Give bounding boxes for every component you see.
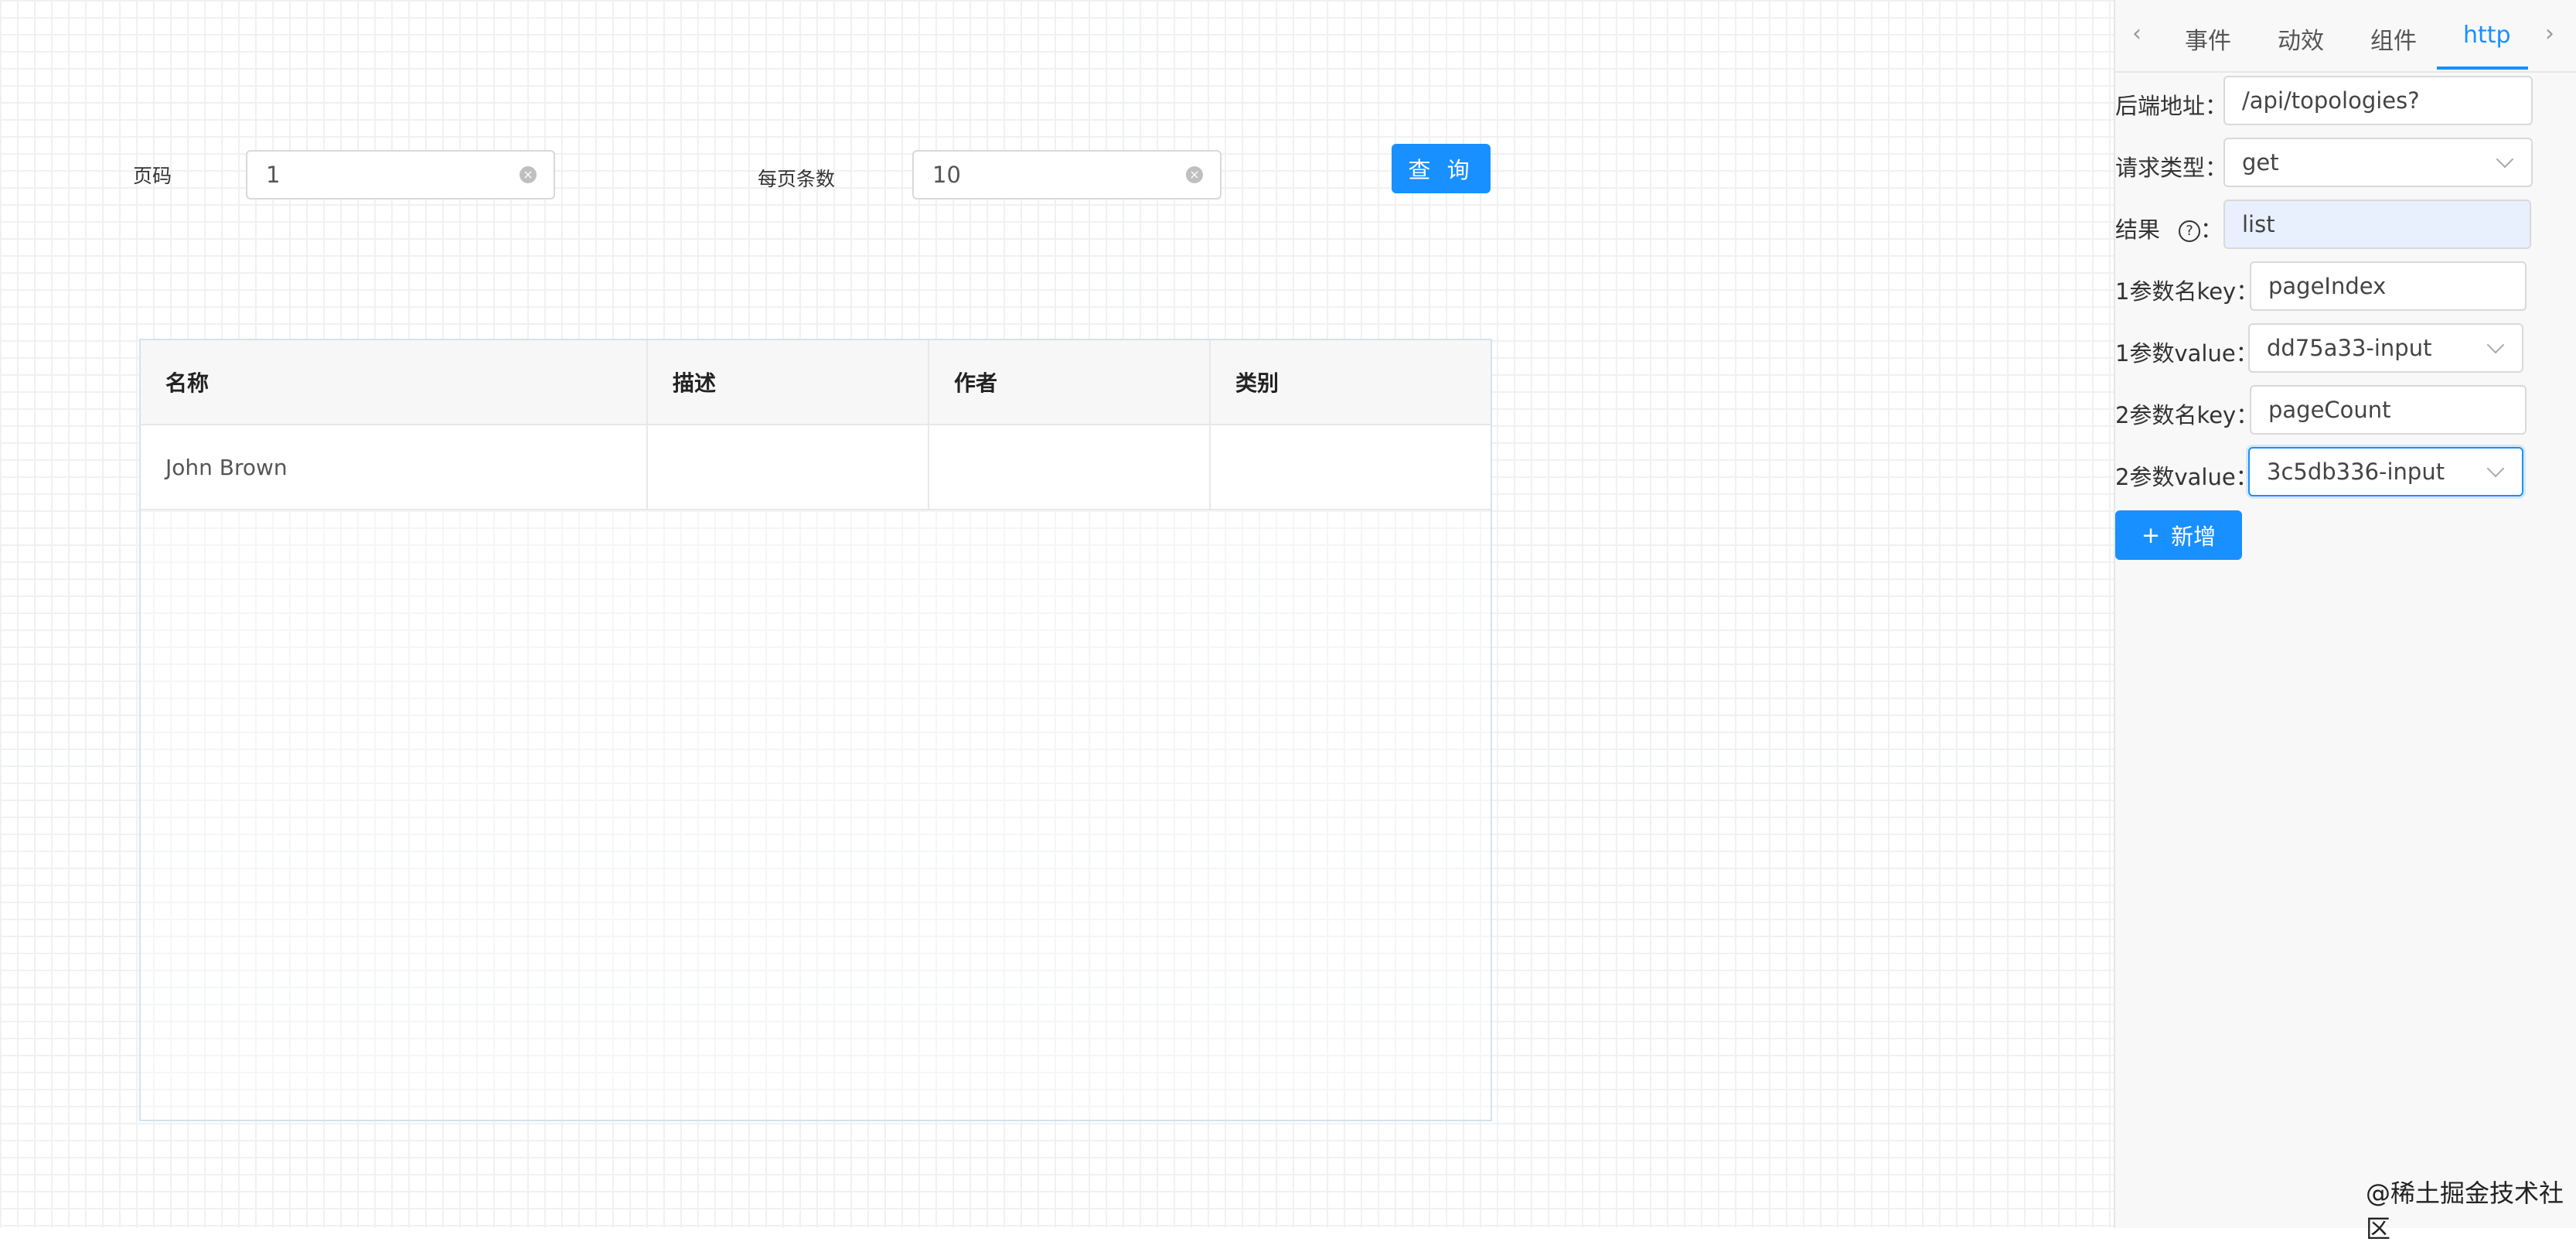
param1-key-label: 1参数名key： [2115,278,2259,305]
page-size-label: 每页条数 [758,168,836,190]
chevron-left-icon[interactable]: ‹ [2132,20,2142,47]
backend-url-input[interactable]: /api/topologies? [2223,76,2533,125]
param1-value-value: dd75a33-input [2267,335,2432,361]
param2-key-value: pageCount [2268,397,2391,423]
table-cell: John Brown [141,425,648,509]
result-label: 结果?： [2115,212,2223,244]
table-cell [1211,425,1491,509]
param2-key-label: 2参数名key： [2115,402,2259,428]
table-row[interactable]: John Brown [141,425,1491,510]
table-cell [648,425,929,509]
page-index-label: 页码 [133,165,172,187]
clear-icon[interactable]: × [520,166,537,183]
chevron-down-icon [2486,336,2505,354]
param1-value-label: 1参数value： [2115,340,2258,367]
page-size-value: 10 [932,162,961,188]
table-header: 名称 描述 作者 类别 [141,340,1491,425]
backend-url-label: 后端地址： [2115,93,2228,119]
tab-http[interactable]: http [2463,22,2511,49]
page-index-value: 1 [266,162,281,188]
active-tab-indicator [2437,67,2528,70]
tab-animation[interactable]: 动效 [2278,22,2324,56]
watermark: @稀土掘金技术社区 [2366,1178,2564,1243]
chevron-down-icon [2486,459,2505,478]
request-method-label: 请求类型： [2115,155,2228,181]
plus-icon: + [2141,522,2161,548]
column-header-name[interactable]: 名称 [141,340,648,424]
result-value: list [2242,211,2275,237]
chevron-down-icon [2496,150,2514,169]
backend-url-value: /api/topologies? [2242,87,2420,114]
column-header-description[interactable]: 描述 [648,340,929,424]
param2-value-select[interactable]: 3c5db336-input [2248,447,2523,496]
param1-value-select[interactable]: dd75a33-input [2248,323,2523,373]
help-icon[interactable]: ? [2179,220,2201,242]
table-cell [929,425,1211,509]
add-param-button[interactable]: + 新增 [2115,510,2242,560]
query-button[interactable]: 查 询 [1392,144,1491,193]
result-label-text: 结果 [2115,217,2161,243]
design-canvas[interactable]: 页码 1 × 每页条数 10 × 查 询 名称 描述 作者 类别 John Br… [0,0,2114,1228]
tab-components[interactable]: 组件 [2370,22,2417,56]
result-label-colon: ： [2200,217,2223,243]
page-index-input[interactable]: 1 × [246,150,555,200]
column-header-author[interactable]: 作者 [929,340,1211,424]
request-method-select[interactable]: get [2223,138,2533,187]
clear-icon[interactable]: × [1186,166,1203,183]
column-header-category[interactable]: 类别 [1211,340,1491,424]
param2-value-value: 3c5db336-input [2267,459,2445,485]
panel-tabs: ‹ 事件 动效 组件 http › [2115,0,2576,73]
add-param-label: 新增 [2171,524,2217,550]
param2-value-label: 2参数value： [2115,464,2258,490]
chevron-right-icon[interactable]: › [2545,20,2554,47]
result-input[interactable]: list [2223,200,2531,249]
param1-key-value: pageIndex [2268,273,2387,299]
param1-key-input[interactable]: pageIndex [2250,261,2527,311]
request-method-value: get [2242,149,2279,176]
page-size-input[interactable]: 10 × [912,150,1222,200]
data-table: 名称 描述 作者 类别 John Brown [139,339,1492,1121]
tab-events[interactable]: 事件 [2185,22,2231,56]
param2-key-input[interactable]: pageCount [2250,385,2527,435]
